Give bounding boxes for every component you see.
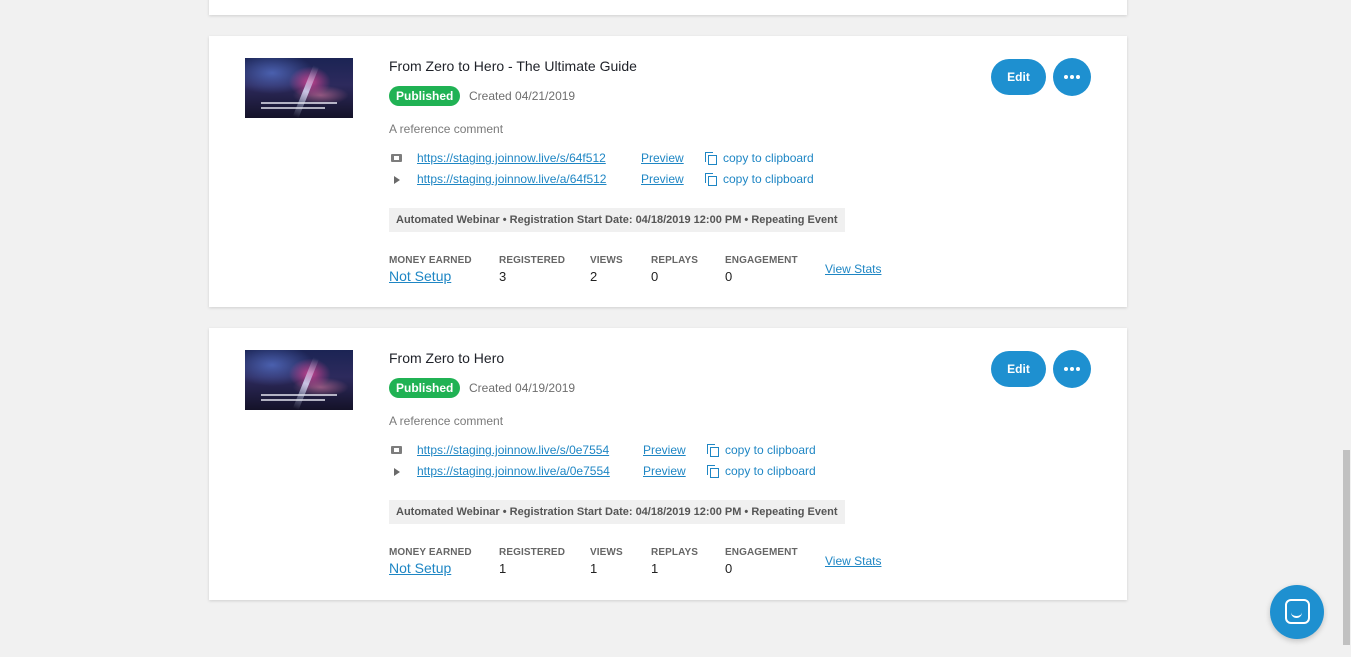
stat-label: VIEWS bbox=[590, 255, 623, 266]
edit-button[interactable]: Edit bbox=[991, 351, 1046, 387]
more-icon bbox=[1064, 367, 1080, 371]
play-icon bbox=[394, 176, 400, 184]
webinar-meta-info: Automated Webinar • Registration Start D… bbox=[389, 208, 845, 232]
reference-comment: A reference comment bbox=[389, 122, 504, 136]
copy-label: copy to clipboard bbox=[725, 464, 816, 478]
chat-launcher-button[interactable] bbox=[1270, 585, 1324, 639]
money-setup-link[interactable]: Not Setup bbox=[389, 268, 472, 284]
webinar-card: From Zero to Hero - The Ultimate Guide P… bbox=[209, 36, 1127, 307]
webinar-title: From Zero to Hero bbox=[389, 350, 505, 366]
stat-engagement: ENGAGEMENT 0 bbox=[725, 547, 798, 576]
webinar-thumbnail[interactable] bbox=[245, 58, 353, 118]
preview-link[interactable]: Preview bbox=[643, 443, 686, 457]
stat-replays: REPLAYS 1 bbox=[651, 547, 698, 576]
status-badge: Published bbox=[389, 378, 461, 398]
more-options-button[interactable] bbox=[1053, 58, 1091, 96]
view-stats-link[interactable]: View Stats bbox=[825, 262, 881, 276]
more-options-button[interactable] bbox=[1053, 350, 1091, 388]
page-scrollbar[interactable] bbox=[1342, 0, 1351, 657]
stat-label: REPLAYS bbox=[651, 255, 699, 266]
preview-link[interactable]: Preview bbox=[643, 464, 686, 478]
status-badge: Published bbox=[389, 86, 461, 106]
stat-value: 1 bbox=[499, 561, 507, 576]
ticket-icon bbox=[391, 154, 402, 162]
attendee-url-link[interactable]: https://staging.joinnow.live/a/0e7554 bbox=[417, 464, 610, 478]
copy-label: copy to clipboard bbox=[725, 443, 816, 457]
created-date: Created 04/19/2019 bbox=[469, 381, 576, 395]
chat-icon bbox=[1285, 599, 1310, 624]
stat-label: VIEWS bbox=[590, 547, 623, 558]
webinar-meta-info: Automated Webinar • Registration Start D… bbox=[389, 500, 845, 524]
stat-registered: REGISTERED 3 bbox=[499, 255, 565, 284]
stat-label: REGISTERED bbox=[499, 547, 566, 558]
created-date: Created 04/21/2019 bbox=[469, 89, 576, 103]
stat-replays: REPLAYS 0 bbox=[651, 255, 698, 284]
stat-value: 2 bbox=[590, 269, 598, 284]
stat-value: 3 bbox=[499, 269, 507, 284]
attendee-url-link[interactable]: https://staging.joinnow.live/a/64f512 bbox=[417, 172, 606, 186]
view-stats-link[interactable]: View Stats bbox=[825, 554, 881, 568]
copy-icon bbox=[707, 444, 719, 457]
stat-registered: REGISTERED 1 bbox=[499, 547, 565, 576]
ticket-icon bbox=[391, 446, 402, 454]
money-setup-link[interactable]: Not Setup bbox=[389, 560, 472, 576]
copy-label: copy to clipboard bbox=[723, 172, 814, 186]
stat-label: ENGAGEMENT bbox=[725, 547, 798, 558]
stat-label: REGISTERED bbox=[499, 255, 566, 266]
webinar-title: From Zero to Hero - The Ultimate Guide bbox=[389, 58, 637, 74]
reference-comment: A reference comment bbox=[389, 414, 504, 428]
stat-label: REPLAYS bbox=[651, 547, 699, 558]
stat-views: VIEWS 1 bbox=[590, 547, 623, 576]
webinar-card: From Zero to Hero Published Created 04/1… bbox=[209, 328, 1127, 600]
more-icon bbox=[1064, 75, 1080, 79]
stat-money-earned: MONEY EARNED Not Setup bbox=[389, 547, 472, 576]
webinar-card-previous bbox=[209, 0, 1127, 15]
copy-icon bbox=[705, 152, 717, 165]
registration-url-link[interactable]: https://staging.joinnow.live/s/64f512 bbox=[417, 151, 606, 165]
edit-button[interactable]: Edit bbox=[991, 59, 1046, 95]
scrollbar-thumb[interactable] bbox=[1343, 450, 1350, 645]
stat-label: MONEY EARNED bbox=[389, 547, 472, 558]
stat-views: VIEWS 2 bbox=[590, 255, 623, 284]
copy-icon bbox=[705, 173, 717, 186]
preview-link[interactable]: Preview bbox=[641, 172, 684, 186]
play-icon bbox=[394, 468, 400, 476]
copy-icon bbox=[707, 465, 719, 478]
registration-url-link[interactable]: https://staging.joinnow.live/s/0e7554 bbox=[417, 443, 609, 457]
copy-label: copy to clipboard bbox=[723, 151, 814, 165]
stat-engagement: ENGAGEMENT 0 bbox=[725, 255, 798, 284]
stat-money-earned: MONEY EARNED Not Setup bbox=[389, 255, 472, 284]
stat-value: 1 bbox=[590, 561, 598, 576]
webinar-thumbnail[interactable] bbox=[245, 350, 353, 410]
stat-value: 0 bbox=[725, 561, 733, 576]
stat-value: 0 bbox=[725, 269, 733, 284]
stat-value: 1 bbox=[651, 561, 659, 576]
stat-label: ENGAGEMENT bbox=[725, 255, 798, 266]
preview-link[interactable]: Preview bbox=[641, 151, 684, 165]
stat-label: MONEY EARNED bbox=[389, 255, 472, 266]
stat-value: 0 bbox=[651, 269, 659, 284]
